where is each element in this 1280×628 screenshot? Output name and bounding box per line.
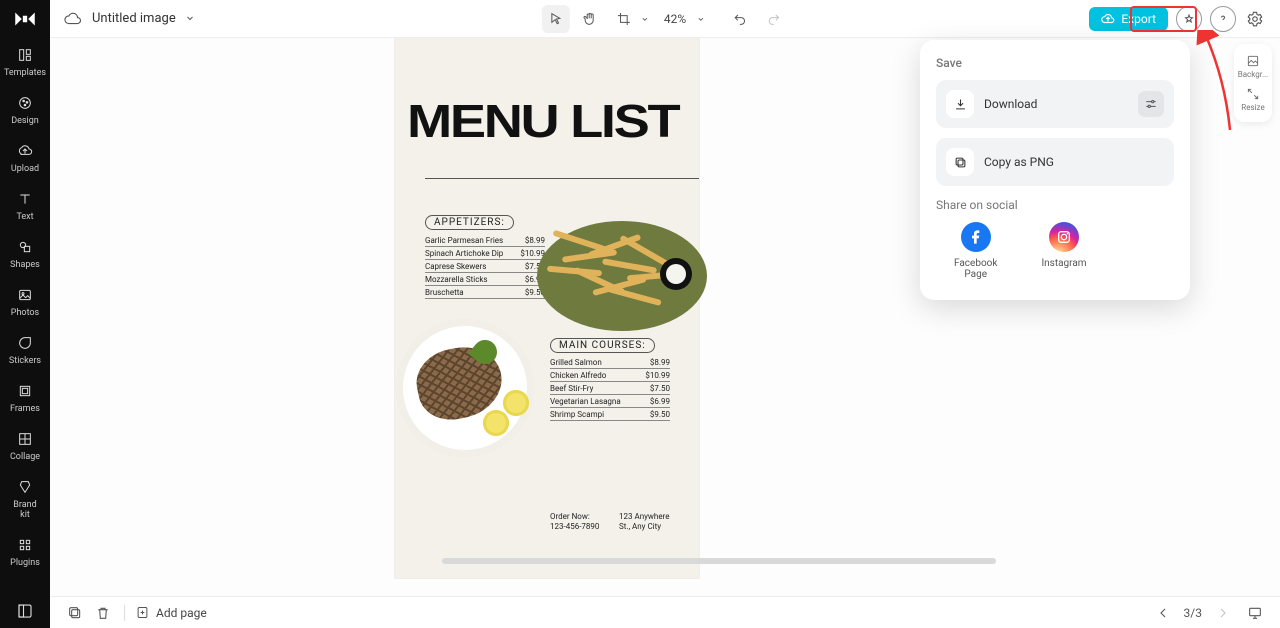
sidebar-brand-kit[interactable]: Brand kit (0, 472, 50, 530)
app-logo (10, 8, 40, 30)
footer-address: 123 Anywhere St., Any City (619, 512, 669, 532)
category-appetizers: APPETIZERS: (425, 215, 514, 230)
sidebar-text[interactable]: Text (0, 184, 50, 232)
frames-icon (16, 382, 34, 400)
upload-icon (16, 142, 34, 160)
templates-icon (16, 46, 34, 64)
cloud-sync-icon[interactable] (64, 10, 82, 28)
title-dropdown[interactable] (184, 9, 196, 28)
photos-icon (16, 286, 34, 304)
crop-tool[interactable] (610, 5, 650, 33)
redo-button[interactable] (760, 5, 788, 33)
share-heading: Share on social (936, 198, 1174, 212)
export-icon (1101, 12, 1115, 26)
text-icon (16, 190, 34, 208)
divider (425, 178, 699, 179)
share-facebook[interactable]: Facebook Page (954, 222, 997, 280)
facebook-icon (961, 222, 991, 252)
copy-icon (946, 148, 974, 176)
category-mains: MAIN COURSES: (550, 338, 655, 353)
help-button[interactable] (1210, 6, 1236, 32)
food-fries-illustration (527, 196, 707, 346)
duplicate-page-button[interactable] (64, 602, 86, 624)
plugins-icon (16, 536, 34, 554)
shapes-icon (16, 238, 34, 256)
download-settings-icon[interactable] (1138, 91, 1164, 117)
next-page-button[interactable] (1212, 602, 1234, 624)
design-icon (16, 94, 34, 112)
sidebar-frames[interactable]: Frames (0, 376, 50, 424)
food-salmon-illustration (395, 318, 545, 468)
top-bar: Untitled image 42% Export (50, 0, 1280, 38)
export-button[interactable]: Export (1089, 7, 1168, 31)
export-panel: Save Download Copy as PNG Share on socia… (920, 40, 1190, 300)
footer-order: Order Now: 123-456-7890 (550, 512, 599, 532)
download-option[interactable]: Download (936, 80, 1174, 128)
sidebar-templates[interactable]: Templates (0, 40, 50, 88)
page-counter: 3/3 (1184, 606, 1202, 620)
zoom-dropdown[interactable] (696, 9, 706, 28)
stickers-icon (16, 334, 34, 352)
sidebar-plugins[interactable]: Plugins (0, 530, 50, 578)
left-sidebar: Templates Design Upload Text Shapes Phot… (0, 0, 50, 628)
cursor-tool[interactable] (542, 5, 570, 33)
bottom-bar: Add page 3/3 (50, 596, 1280, 628)
undo-button[interactable] (726, 5, 754, 33)
main-course-row: Grilled Salmon$8.99 (550, 358, 670, 369)
sidebar-stickers[interactable]: Stickers (0, 328, 50, 376)
sidebar-bottom-tool[interactable] (0, 602, 50, 620)
collage-icon (16, 430, 34, 448)
copy-png-option[interactable]: Copy as PNG (936, 138, 1174, 186)
add-page-icon (135, 605, 150, 620)
hand-tool[interactable] (576, 5, 604, 33)
right-mini-panel: Backgr... Resize (1234, 44, 1272, 122)
zoom-level[interactable]: 42% (664, 12, 686, 26)
download-icon (946, 90, 974, 118)
document-title[interactable]: Untitled image (92, 11, 176, 26)
background-tool[interactable]: Backgr... (1234, 50, 1272, 83)
prev-page-button[interactable] (1152, 602, 1174, 624)
present-button[interactable] (1244, 602, 1266, 624)
resize-tool[interactable]: Resize (1234, 83, 1272, 116)
sidebar-collage[interactable]: Collage (0, 424, 50, 472)
design-page[interactable]: MENU LIST APPETIZERS: Garlic Parmesan Fr… (395, 38, 699, 578)
menu-title: MENU LIST (407, 94, 678, 148)
save-heading: Save (936, 56, 1174, 70)
sidebar-upload[interactable]: Upload (0, 136, 50, 184)
delete-page-button[interactable] (92, 602, 114, 624)
share-instagram[interactable]: Instagram (1041, 222, 1086, 280)
add-page-button[interactable]: Add page (135, 605, 207, 620)
favorite-button[interactable] (1176, 6, 1202, 32)
main-course-row: Beef Stir-Fry$7.50 (550, 384, 670, 395)
main-course-row: Shrimp Scampi$9.50 (550, 410, 670, 421)
main-course-row: Vegetarian Lasagna$6.99 (550, 397, 670, 408)
settings-button[interactable] (1244, 8, 1266, 30)
horizontal-scrollbar[interactable] (442, 558, 996, 564)
brandkit-icon (16, 478, 34, 496)
sidebar-shapes[interactable]: Shapes (0, 232, 50, 280)
sidebar-photos[interactable]: Photos (0, 280, 50, 328)
sidebar-design[interactable]: Design (0, 88, 50, 136)
instagram-icon (1049, 222, 1079, 252)
main-course-row: Chicken Alfredo$10.99 (550, 371, 670, 382)
